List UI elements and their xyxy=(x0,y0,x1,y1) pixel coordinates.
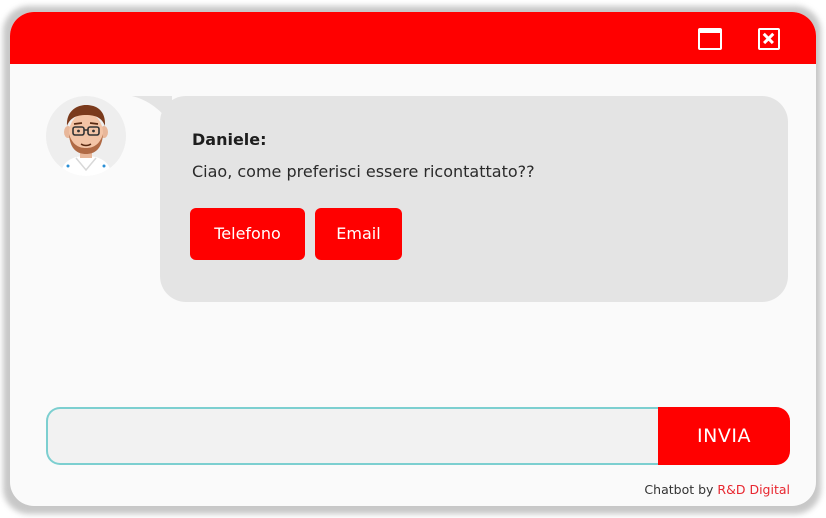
send-button[interactable]: INVIA xyxy=(658,407,790,465)
footer-credit: Chatbot by R&D Digital xyxy=(644,482,790,497)
message-text: Ciao, come preferisci essere ricontattat… xyxy=(192,162,535,181)
credit-prefix: Chatbot by xyxy=(644,482,714,497)
agent-avatar xyxy=(46,96,126,176)
chat-window: Daniele: Ciao, come preferisci essere ri… xyxy=(10,12,816,506)
page: Daniele: Ciao, come preferisci essere ri… xyxy=(0,0,826,518)
option-telefono-button[interactable]: Telefono xyxy=(190,208,305,260)
avatar-illustration xyxy=(46,96,126,176)
option-email-button[interactable]: Email xyxy=(315,208,402,260)
maximize-icon[interactable] xyxy=(698,28,722,50)
message-bubble xyxy=(160,96,788,302)
sender-name: Daniele: xyxy=(192,130,267,149)
title-bar xyxy=(10,12,816,64)
composer: INVIA xyxy=(46,407,790,465)
message-input[interactable] xyxy=(46,407,666,465)
close-icon[interactable] xyxy=(758,28,780,50)
brand-link[interactable]: R&D Digital xyxy=(717,482,790,497)
